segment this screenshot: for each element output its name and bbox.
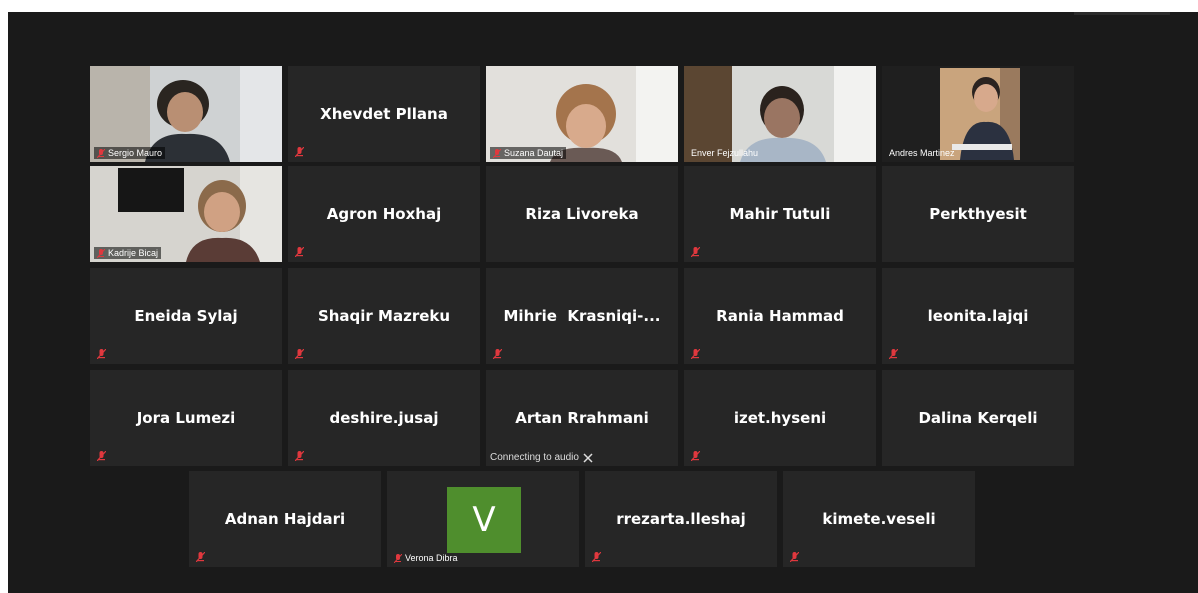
participant-name: Jora Lumezi: [136, 409, 236, 427]
participant-name: Mahir Tutuli: [729, 205, 831, 223]
microphone-muted-icon: [889, 349, 898, 359]
participant-tile-jora-lumezi[interactable]: Jora Lumezi: [90, 370, 282, 466]
participant-name: Eneida Sylaj: [134, 307, 238, 325]
microphone-muted-icon: [691, 451, 700, 461]
microphone-muted-icon: [97, 349, 106, 359]
participant-tile-riza-livoreka[interactable]: Riza Livoreka: [486, 166, 678, 262]
participant-tile-rania-hammad[interactable]: Rania Hammad: [684, 268, 876, 364]
participant-name: leonita.lajqi: [927, 307, 1029, 325]
participant-tile-adnan-hajdari[interactable]: Adnan Hajdari: [189, 471, 381, 567]
avatar: V: [447, 487, 521, 553]
participant-name: Sergio Mauro: [108, 148, 163, 158]
participant-name: Shaqir Mazreku: [317, 307, 451, 325]
participant-tile-andres-martinez[interactable]: Andres Martinez: [882, 66, 1074, 162]
participant-name: Rania Hammad: [716, 307, 844, 325]
participant-name: izet.hyseni: [733, 409, 827, 427]
connecting-audio-status: Connecting to audio: [490, 452, 593, 463]
participant-name-label: Suzana Dautaj: [490, 147, 567, 159]
participant-tile-dalina-kerqeli[interactable]: Dalina Kerqeli: [882, 370, 1074, 466]
microphone-muted-icon: [295, 147, 304, 157]
microphone-muted-icon: [97, 148, 105, 158]
participant-name: Suzana Dautaj: [504, 148, 564, 158]
microphone-muted-icon: [394, 553, 402, 563]
participant-tile-suzana-dautaj[interactable]: Suzana Dautaj: [486, 66, 678, 162]
microphone-muted-icon: [295, 247, 304, 257]
participant-tile-verona-dibra[interactable]: V Verona Dibra: [387, 471, 579, 567]
participant-name-label: Verona Dibra: [391, 552, 461, 564]
participant-tile-rrezarta-lleshaj[interactable]: rrezarta.lleshaj: [585, 471, 777, 567]
microphone-muted-icon: [691, 349, 700, 359]
participant-tile-deshire-jusaj[interactable]: deshire.jusaj: [288, 370, 480, 466]
connecting-audio-label: Connecting to audio: [490, 452, 579, 463]
microphone-muted-icon: [295, 349, 304, 359]
microphone-muted-icon: [790, 552, 799, 562]
microphone-muted-icon: [592, 552, 601, 562]
participant-tile-sergio-mauro[interactable]: Sergio Mauro: [90, 66, 282, 162]
participant-name-label: Enver Fejzullahu: [688, 147, 761, 159]
participant-tile-enver-fejzullahu[interactable]: Enver Fejzullahu: [684, 66, 876, 162]
participant-tile-artan-rrahmani[interactable]: Artan Rrahmani Connecting to audio: [486, 370, 678, 466]
microphone-muted-icon: [97, 248, 105, 258]
participant-name: Verona Dibra: [405, 553, 458, 563]
microphone-muted-icon: [295, 451, 304, 461]
participant-name: kimete.veseli: [822, 510, 936, 528]
participant-name: Artan Rrahmani: [515, 409, 649, 427]
participant-tile-eneida-sylaj[interactable]: Eneida Sylaj: [90, 268, 282, 364]
microphone-muted-icon: [196, 552, 205, 562]
microphone-muted-icon: [493, 349, 502, 359]
participant-name: Kadrije Bicaj: [108, 248, 159, 258]
participant-tile-kadrije-bicaj[interactable]: Kadrije Bicaj: [90, 166, 282, 262]
participant-tile-shaqir-mazreku[interactable]: Shaqir Mazreku: [288, 268, 480, 364]
participant-tile-xhevdet-pllana[interactable]: Xhevdet Pllana: [288, 66, 480, 162]
participant-name: Dalina Kerqeli: [918, 409, 1038, 427]
participant-tile-mahir-tutuli[interactable]: Mahir Tutuli: [684, 166, 876, 262]
participant-tile-izet-hyseni[interactable]: izet.hyseni: [684, 370, 876, 466]
top-bar-strip: [1074, 12, 1170, 15]
participant-name: deshire.jusaj: [329, 409, 439, 427]
participant-name: Adnan Hajdari: [224, 510, 346, 528]
microphone-muted-icon: [691, 247, 700, 257]
participant-tile-agron-hoxhaj[interactable]: Agron Hoxhaj: [288, 166, 480, 262]
participant-name: Enver Fejzullahu: [691, 148, 759, 158]
participant-name: Riza Livoreka: [525, 205, 639, 223]
participant-tile-kimete-veseli[interactable]: kimete.veseli: [783, 471, 975, 567]
meeting-gallery-view: Sergio Mauro Xhevdet Pllana Suzana Dauta…: [8, 12, 1198, 593]
participant-name: Agron Hoxhaj: [326, 205, 442, 223]
participant-tile-perkthyesit[interactable]: Perkthyesit: [882, 166, 1074, 262]
participant-name: rrezarta.lleshaj: [616, 510, 746, 528]
participant-name-label: Kadrije Bicaj: [94, 247, 162, 259]
participant-name: Xhevdet Pllana: [320, 105, 448, 123]
microphone-muted-icon: [97, 451, 106, 461]
participant-name: Mihrie Krasniqi-...: [503, 307, 661, 325]
participant-tile-leonita-lajqi[interactable]: leonita.lajqi: [882, 268, 1074, 364]
close-icon[interactable]: [583, 452, 593, 463]
participant-name-label: Andres Martinez: [886, 147, 958, 159]
participant-tile-mihrie-krasniqi[interactable]: Mihrie Krasniqi-...: [486, 268, 678, 364]
participant-name-label: Sergio Mauro: [94, 147, 166, 159]
participant-name: Perkthyesit: [929, 205, 1027, 223]
participant-name: Andres Martinez: [889, 148, 955, 158]
microphone-muted-icon: [493, 148, 501, 158]
